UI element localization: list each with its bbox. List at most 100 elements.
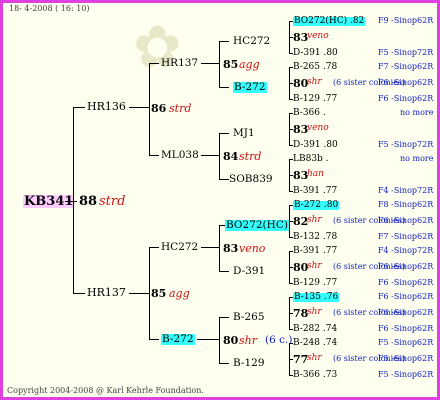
connector (149, 63, 150, 155)
gen3-breed: shr (239, 334, 257, 347)
gen4-location: F6 -Sinop62R (378, 308, 434, 317)
connector (219, 317, 229, 318)
gen2-breed: strd (169, 102, 192, 115)
gen4-location: F7 -Sinop62R (378, 62, 434, 71)
gen4-child-id[interactable]: D-391 .80 (293, 49, 338, 58)
gen3-id[interactable]: B-129 (233, 358, 265, 369)
connector (219, 87, 229, 88)
gen3-id[interactable]: HC272 (233, 36, 270, 47)
gen4-location: F4 -Sinop72R (378, 246, 434, 255)
connector (73, 293, 85, 294)
gen4-breed: han (307, 169, 324, 179)
gen4-location: F5 -Sinop62R (378, 338, 434, 347)
gen4-child-id[interactable]: B-391 .77 (293, 187, 337, 196)
connector (201, 247, 219, 248)
connector (149, 247, 150, 339)
gen4-breed: shr (307, 307, 322, 317)
connector (219, 225, 220, 271)
gen4-id[interactable]: B-366 . (293, 109, 326, 118)
gen2-id[interactable]: HC272 (161, 242, 198, 253)
gen4-child-id[interactable]: B-129 .77 (293, 95, 337, 104)
gen3-id[interactable]: SOB839 (229, 174, 273, 185)
gen4-breed: veno (307, 123, 329, 133)
gen3-id[interactable]: BO272(HC) (225, 220, 289, 231)
gen4-child-id[interactable]: B-129 .77 (293, 279, 337, 288)
subject-num: 88 (79, 194, 98, 209)
gen4-id[interactable]: BO272(HC) .82 (293, 17, 366, 26)
connector (219, 41, 229, 42)
gen2-id[interactable]: B-272 (161, 334, 195, 345)
gen4-child-id[interactable]: B-132 .78 (293, 233, 337, 242)
gen4-location: F6 -Sinop62R (378, 292, 434, 301)
gen4-location: F7 -Sinop62R (378, 232, 434, 241)
gen4-id[interactable]: B-265 .78 (293, 63, 337, 72)
gen4-location: F5 -Sinop72R (378, 48, 434, 57)
connector (129, 293, 149, 294)
connector (129, 107, 149, 108)
gen2-num: 86 (151, 102, 167, 115)
connector (149, 247, 159, 248)
connector (197, 339, 219, 340)
dam-id[interactable]: HR136 (87, 101, 126, 112)
connector (219, 41, 220, 87)
gen4-id[interactable]: LB83b . (293, 155, 329, 164)
gen3-num: 83 (223, 242, 239, 255)
gen4-location: F8 -Sinop62R (378, 200, 434, 209)
header-date: 18- 4-2008 ( 16: 10) (9, 4, 90, 13)
gen4-child-id[interactable]: B-366 .73 (293, 371, 337, 380)
gen4-child-id[interactable]: B-282 .74 (293, 325, 337, 334)
gen2-num: 85 (151, 287, 167, 300)
watermark: ✿ (133, 13, 182, 81)
gen3-breed: agg (239, 58, 260, 71)
subject-breed: strd (99, 194, 126, 209)
gen4-location: no more (400, 108, 434, 117)
gen4-location: F6 -Sinop62R (378, 278, 434, 287)
gen4-location: F6 -Sinop62R (378, 324, 434, 333)
connector (219, 363, 229, 364)
gen4-id[interactable]: B-272 .80 (293, 201, 340, 210)
gen3-breed: veno (239, 242, 266, 255)
gen3-breed: strd (239, 150, 262, 163)
gen4-location: no more (400, 154, 434, 163)
connector (219, 179, 229, 180)
pedigree-chart: ✿ 18- 4-2008 ( 16: 10) KB341 88 strd HR1… (0, 0, 440, 400)
gen4-id[interactable]: B-248 .74 (293, 339, 337, 348)
gen4-location: F5 -Sinop62R (378, 354, 434, 363)
connector (149, 63, 159, 64)
gen4-location: F6 -Sinop62R (378, 262, 434, 271)
gen3-id[interactable]: D-391 (233, 266, 265, 277)
gen4-id[interactable]: B-391 .77 (293, 247, 337, 256)
connector (219, 317, 220, 363)
connector (201, 63, 219, 64)
gen4-location: F9 -Sinop62R (378, 16, 434, 25)
gen3-num: 80 (223, 334, 239, 347)
gen4-breed: shr (307, 77, 322, 87)
connector (73, 107, 85, 108)
connector (219, 133, 229, 134)
gen4-breed: shr (307, 353, 322, 363)
gen3-id[interactable]: MJ1 (233, 128, 255, 139)
gen4-child-id[interactable]: D-391 .80 (293, 141, 338, 150)
connector (73, 107, 74, 293)
gen4-location: F5 -Sinop62R (378, 370, 434, 379)
gen4-location: F4 -Sinop72R (378, 186, 434, 195)
connector (149, 155, 159, 156)
gen4-breed: shr (307, 215, 322, 225)
footer-copyright: Copyright 2004-2008 @ Karl Kehrle Founda… (7, 386, 204, 395)
gen2-breed: agg (169, 287, 190, 300)
connector (219, 271, 229, 272)
gen3-num: 85 (223, 58, 239, 71)
sire-id[interactable]: HR137 (87, 287, 126, 298)
gen3-id[interactable]: B-272 (233, 82, 267, 93)
gen4-location: F6 -Sinop62R (378, 94, 434, 103)
gen4-id[interactable]: B-135 .76 (293, 293, 340, 302)
gen3-id[interactable]: B-265 (233, 312, 265, 323)
gen4-breed: veno (307, 31, 329, 41)
connector (65, 201, 77, 202)
gen4-breed: shr (307, 261, 322, 271)
connector (219, 133, 220, 179)
connector (149, 339, 159, 340)
gen2-id[interactable]: HR137 (161, 58, 198, 69)
gen2-id[interactable]: ML038 (161, 150, 199, 161)
gen4-location: F5 -Sinop72R (378, 140, 434, 149)
